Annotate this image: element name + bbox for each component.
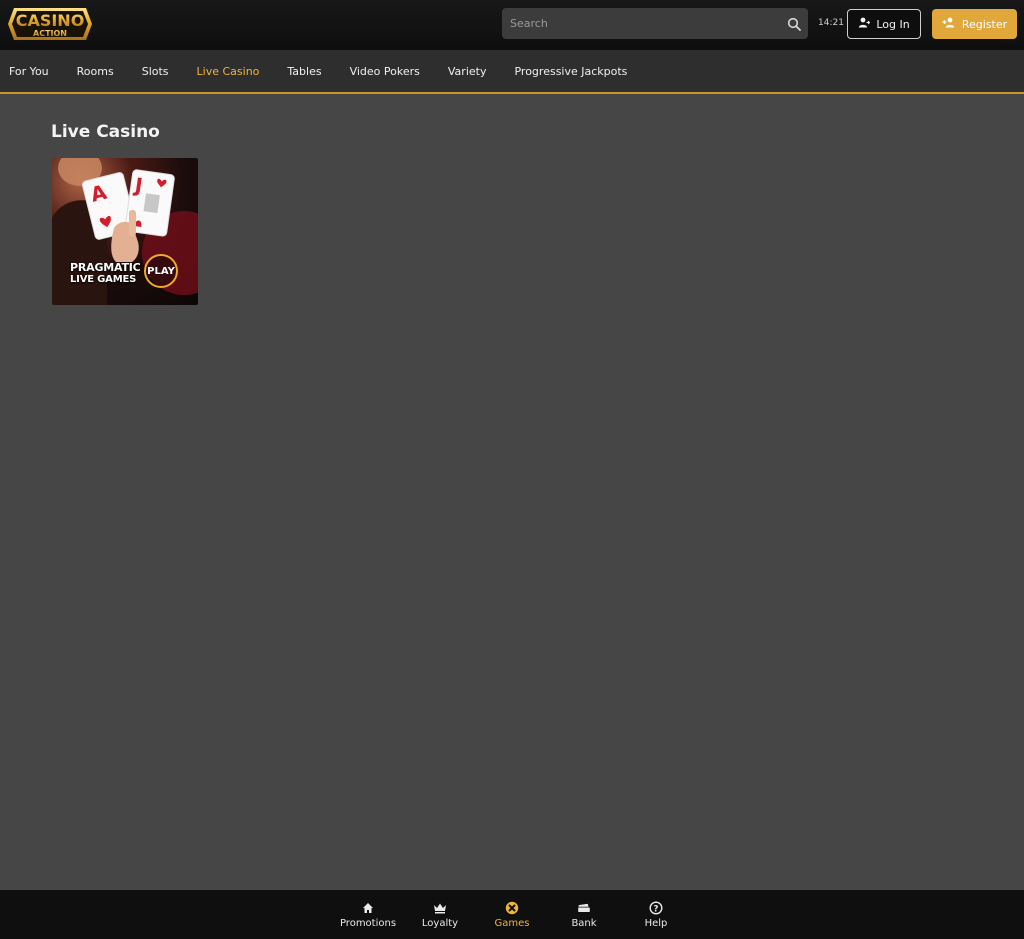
search-icon[interactable] [780,8,808,39]
search-input[interactable] [502,8,780,39]
nav-item-variety[interactable]: Variety [448,65,487,78]
bottom-nav-label: Promotions [339,917,397,929]
bottom-nav-bank[interactable]: Bank [548,890,620,939]
crown-icon [433,901,447,915]
nav-item-rooms[interactable]: Rooms [77,65,114,78]
logo-text-bottom: ACTION [33,29,67,38]
register-button[interactable]: Register [932,9,1017,39]
bottom-nav-games[interactable]: Games [476,890,548,939]
bottom-nav-label: Bank [571,917,597,929]
register-label: Register [961,17,1008,31]
page-title: Live Casino [51,122,160,142]
nav-item-tables[interactable]: Tables [287,65,321,78]
games-icon [505,901,519,915]
nav-item-slots[interactable]: Slots [142,65,169,78]
bottom-nav-label: Help [644,917,668,929]
nav-item-live-casino[interactable]: Live Casino [197,65,260,78]
bottom-nav-label: Games [494,917,530,929]
add-user-icon [942,17,956,31]
tile-brand-line1: PRAGMATIC [70,261,141,274]
bottom-nav-label: Loyalty [421,917,459,929]
clock: 14:21 [818,18,844,28]
nav-item-for-you[interactable]: For You [9,65,49,78]
nav-item-video-pokers[interactable]: Video Pokers [350,65,420,78]
nav-item-progressive-jackpots[interactable]: Progressive Jackpots [514,65,627,78]
category-nav: For You Rooms Slots Live Casino Tables V… [0,50,1024,94]
bottom-nav: Promotions Loyalty Games Bank ? Help [0,890,1024,939]
home-icon [361,901,375,915]
login-label: Log In [876,17,910,31]
svg-text:?: ? [654,904,659,914]
tile-brand-text: PRAGMATIC LIVE GAMES [70,262,141,286]
tile-brand-line2: LIVE GAMES [70,274,137,285]
logo-text-top: CASINO [16,11,85,30]
bank-icon [577,901,591,915]
bottom-nav-promotions[interactable]: Promotions [332,890,404,939]
pragmatic-play-badge: PLAY [144,254,178,288]
bottom-nav-help[interactable]: ? Help [620,890,692,939]
bottom-nav-loyalty[interactable]: Loyalty [404,890,476,939]
login-button[interactable]: Log In [847,9,921,39]
top-bar: CASINO ACTION 14:21 Log In [0,0,1024,50]
search-box [502,8,808,39]
help-icon: ? [649,900,663,915]
casino-action-logo[interactable]: CASINO ACTION [8,4,92,44]
game-tile-pragmatic-live[interactable]: A J PRAGMATIC LIVE GAMES PLAY [52,158,198,305]
user-icon [858,17,871,31]
